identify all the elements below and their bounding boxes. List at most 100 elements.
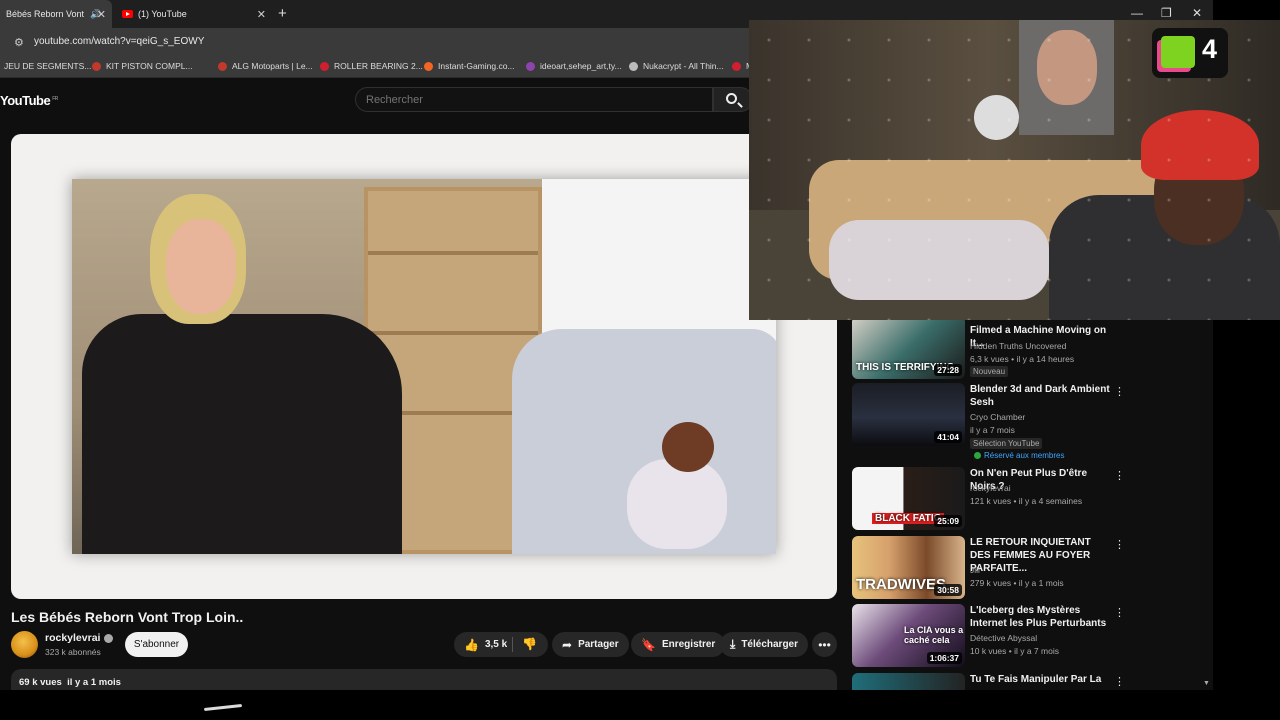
search-icon [726, 93, 737, 104]
bookmark-label: ALG Motoparts | Le... [232, 61, 313, 71]
recommendation-item[interactable]: THIS IS TERRIFYING 27:28 Filmed a Machin… [852, 316, 1132, 382]
upload-age: il y a 1 mois [67, 677, 121, 688]
video-thumbnail[interactable]: 41:04 [852, 383, 965, 446]
video-thumbnail[interactable]: THIS IS TERRIFYING 27:28 [852, 316, 965, 379]
recommendation-meta: il y a 7 mois [970, 425, 1015, 435]
recommendation-channel[interactable]: rockylevrai [970, 483, 1011, 493]
duration-badge: 30:58 [934, 584, 962, 596]
recommendation-title[interactable]: Blender 3d and Dark Ambient Sesh [970, 383, 1110, 409]
recommendation-item[interactable]: La CIA vous a caché cela 1:06:37 L'Icebe… [852, 604, 1132, 670]
download-label: Télécharger [741, 639, 799, 650]
description-box[interactable]: 69 k vues il y a 1 mois [11, 669, 837, 690]
bookmark-item[interactable]: ALG Motoparts | Le... [218, 61, 313, 71]
site-settings-icon[interactable]: ⚙ [14, 36, 24, 49]
more-options-icon[interactable]: ⋮ [1114, 385, 1125, 398]
shelf-board [368, 251, 538, 255]
search-input[interactable] [366, 94, 666, 106]
like-count: 3,5 k [484, 639, 508, 650]
youtube-logo-text: YouTube [0, 93, 51, 108]
save-button[interactable]: 🔖 Enregistrer [631, 632, 726, 657]
url-field[interactable]: youtube.com/watch?v=qeiG_s_EOWY [34, 36, 204, 47]
thumbs-down-icon[interactable]: 👎 [522, 637, 537, 651]
woman-figure [82, 314, 402, 554]
subscribe-button[interactable]: S'abonner [125, 632, 188, 657]
recommendation-meta: 6,3 k vues • il y a 14 heures [970, 354, 1075, 364]
bookmark-favicon-icon [732, 61, 741, 71]
youtube-selection-badge: Sélection YouTube [970, 438, 1043, 449]
webcam-overlay: 4 [749, 20, 1280, 320]
duration-badge: 1:06:37 [926, 652, 962, 664]
channel-name[interactable]: rockylevrai [45, 632, 114, 644]
video-frame [72, 179, 776, 554]
close-tab-icon[interactable]: ✕ [97, 8, 106, 21]
youtube-logo[interactable]: YouTube FR [0, 93, 58, 108]
recommendation-item[interactable]: TRADWIVES 30:58 LE RETOUR INQUIETANT DES… [852, 536, 1132, 602]
reborn-doll-head [662, 422, 714, 472]
recommendation-item[interactable]: Tu Te Fais Manipuler Par La ⋮ [852, 673, 1132, 690]
minimize-button[interactable]: — [1131, 6, 1143, 20]
more-actions-button[interactable]: ••• [812, 632, 837, 657]
recommendation-title[interactable]: LE RETOUR INQUIETANT DES FEMMES AU FOYER… [970, 536, 1110, 575]
recommendation-channel[interactable]: Détective Abyssal [970, 633, 1037, 643]
share-button[interactable]: ➦ Partager [552, 632, 629, 657]
close-tab-icon[interactable]: ✕ [257, 8, 266, 21]
bookmark-item[interactable]: Nukacrypt - All Thin... [629, 61, 724, 71]
search-box [355, 87, 713, 112]
bookmark-item[interactable]: ideoart,sehep_art,ty... [526, 61, 622, 71]
recommendation-title[interactable]: L'Iceberg des Mystères Internet les Plus… [970, 604, 1110, 630]
tab-video[interactable]: Bébés Reborn Vont 🔊 ✕ [0, 0, 112, 28]
bookmark-favicon-icon [526, 61, 535, 71]
view-count: 69 k vues il y a 1 mois [19, 677, 121, 688]
bookmark-item[interactable]: ROLLER BEARING 2... [320, 61, 423, 71]
restore-button[interactable]: ❐ [1161, 6, 1172, 20]
tab-video-label: Bébés Reborn Vont [6, 9, 85, 19]
bookmark-icon: 🔖 [641, 637, 656, 652]
channel-avatar[interactable] [11, 631, 38, 658]
more-options-icon[interactable]: ⋮ [1114, 675, 1125, 688]
save-label: Enregistrer [661, 639, 716, 650]
download-button[interactable]: ⤓ Télécharger [720, 632, 809, 657]
duration-badge: 25:09 [934, 515, 962, 527]
recommendation-channel[interactable]: Hidden Truths Uncovered [970, 341, 1066, 351]
recommendation-channel[interactable]: Cryo Chamber [970, 412, 1025, 422]
more-options-icon[interactable]: ⋮ [1114, 469, 1125, 482]
recommendation-item[interactable]: BLACK FATIG 25:09 On N'en Peut Plus D'êt… [852, 467, 1132, 533]
search-button[interactable] [713, 87, 753, 112]
bookmark-item[interactable]: Instant-Gaming.co... [424, 61, 515, 71]
tab-youtube-label: (1) YouTube [138, 9, 187, 19]
duration-badge: 41:04 [934, 431, 962, 443]
members-only-badge: Réservé aux membres [974, 451, 1064, 460]
more-options-icon[interactable]: ⋮ [1114, 606, 1125, 619]
views: 69 k vues [19, 677, 62, 688]
bookmark-favicon-icon [629, 61, 638, 71]
video-thumbnail[interactable] [852, 673, 965, 690]
youtube-region: FR [52, 95, 58, 102]
thumbs-up-icon: 👍 [464, 637, 479, 652]
bookmark-label: Instant-Gaming.co... [438, 61, 515, 71]
bookmark-label: JEU DE SEGMENTS... [4, 61, 92, 71]
close-window-button[interactable]: ✕ [1192, 6, 1202, 20]
bookmark-item[interactable]: JEU DE SEGMENTS... [4, 61, 91, 71]
like-button[interactable]: 👍 3,5 k 👎 [454, 632, 548, 657]
recommendation-meta: 10 k vues • il y a 7 mois [970, 646, 1059, 656]
scroll-down-icon[interactable]: ▼ [1203, 680, 1210, 687]
new-tab-button[interactable]: + [278, 5, 287, 22]
bookmark-label: Nukacrypt - All Thin... [643, 61, 724, 71]
video-thumbnail[interactable]: TRADWIVES 30:58 [852, 536, 965, 599]
recommendation-title[interactable]: Tu Te Fais Manipuler Par La [970, 673, 1110, 686]
thumbnail-text: TRADWIVES [856, 576, 946, 593]
video-thumbnail[interactable]: BLACK FATIG 25:09 [852, 467, 965, 530]
new-badge: Nouveau [970, 366, 1009, 377]
bookmark-item[interactable]: KIT PISTON COMPL... [92, 61, 193, 71]
thumbnail-text: La CIA vous a caché cela [904, 625, 964, 645]
tab-youtube[interactable]: (1) YouTube ✕ [116, 0, 272, 28]
shelf-board [368, 331, 538, 335]
video-thumbnail[interactable]: La CIA vous a caché cela 1:06:37 [852, 604, 965, 667]
channel-name-text: rockylevrai [45, 632, 101, 644]
subscriber-count: 323 k abonnés [45, 647, 101, 657]
recommendation-channel[interactable]: Jill [970, 565, 980, 575]
recommendation-item[interactable]: 41:04 Blender 3d and Dark Ambient Sesh C… [852, 383, 1132, 460]
bookmark-favicon-icon [320, 61, 329, 71]
more-options-icon[interactable]: ⋮ [1114, 538, 1125, 551]
video-player[interactable] [11, 134, 837, 599]
